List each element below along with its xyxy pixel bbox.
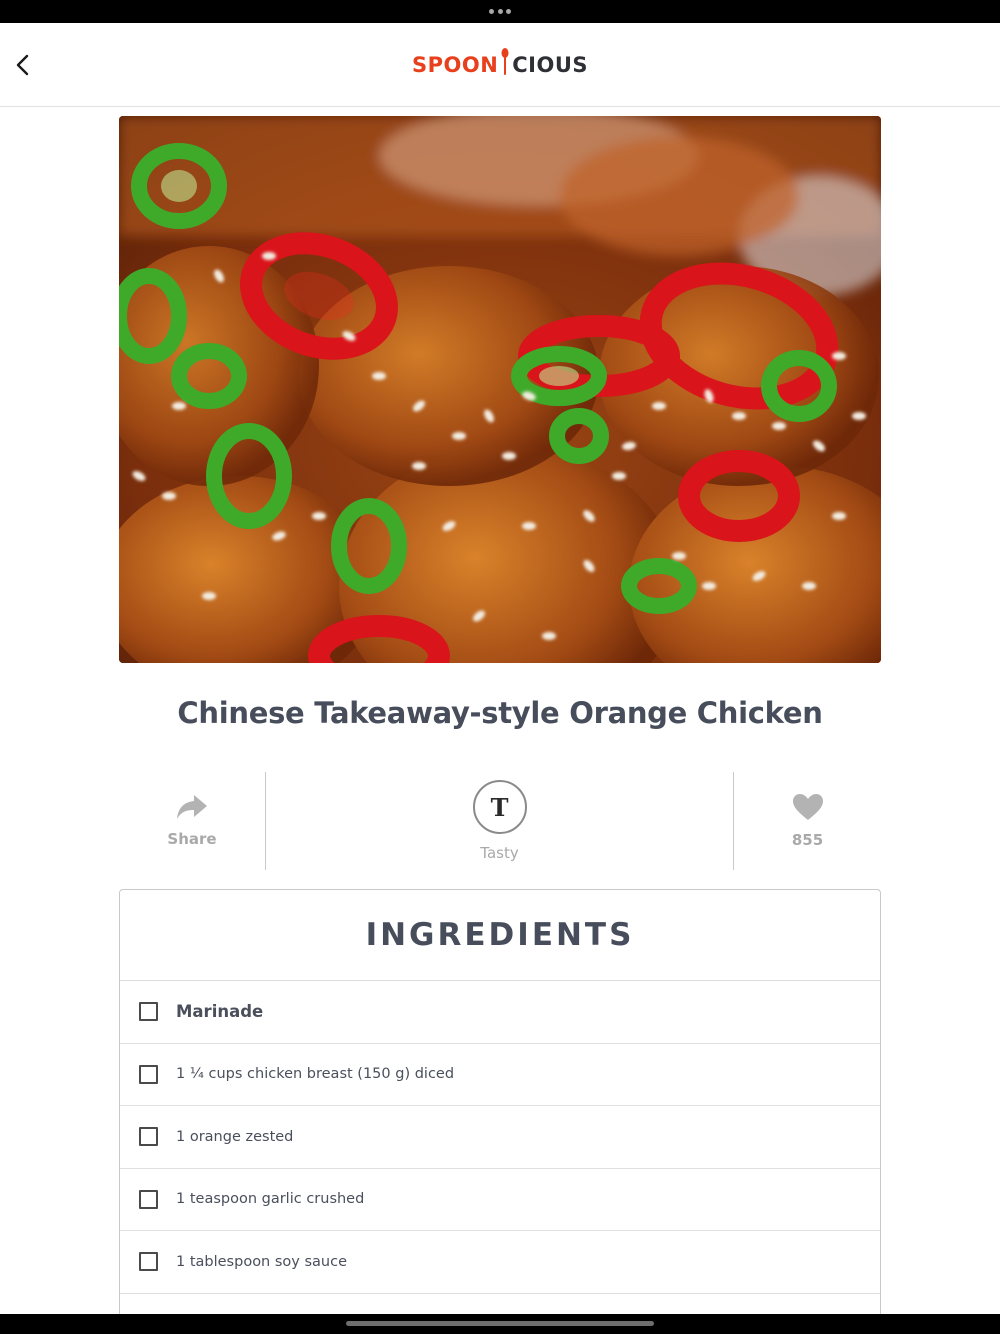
ingredient-row[interactable]: 1 teaspoon garlic crushed <box>120 1169 880 1231</box>
nav-bar: SPOON CIOUS <box>0 23 1000 107</box>
ingredient-text: 1 tablespoon soy sauce <box>176 1253 347 1270</box>
spoon-icon <box>501 48 509 75</box>
checkbox[interactable] <box>139 1002 158 1022</box>
ingredient-text: 1 ¼ cups chicken breast (150 g) diced <box>176 1066 455 1083</box>
checkbox[interactable] <box>139 1064 158 1084</box>
recipe-hero-image <box>119 116 881 663</box>
ingredient-text: Marinade <box>176 1002 264 1022</box>
ingredient-row[interactable]: 1 ¼ cups chicken breast (150 g) diced <box>120 1044 880 1106</box>
author-initial: T <box>490 792 509 822</box>
recipe-action-bar: Share T Tasty 855 <box>119 772 881 870</box>
ingredient-row[interactable]: 1 orange zested <box>120 1106 880 1169</box>
recipe-title: Chinese Takeaway-style Orange Chicken <box>177 696 823 730</box>
ingredients-card: INGREDIENTS Marinade 1 ¼ cups chicken br… <box>119 889 881 1334</box>
multitasking-dots-icon[interactable] <box>489 9 511 15</box>
author-button[interactable]: T Tasty <box>266 772 733 870</box>
logo-text-right: CIOUS <box>512 53 589 77</box>
share-label: Share <box>167 830 217 848</box>
author-avatar: T <box>472 780 527 834</box>
share-button[interactable]: Share <box>119 772 265 870</box>
ingredient-section-row[interactable]: Marinade <box>120 981 880 1044</box>
like-button[interactable]: 855 <box>734 772 881 870</box>
status-bar <box>0 0 1000 23</box>
ingredient-text: 1 orange zested <box>176 1128 294 1145</box>
ingredient-row[interactable]: 1 tablespoon soy sauce <box>120 1231 880 1294</box>
ingredients-heading: INGREDIENTS <box>120 890 880 981</box>
checkbox[interactable] <box>139 1189 158 1209</box>
checkbox[interactable] <box>139 1252 158 1272</box>
logo-text-left: SPOON <box>411 53 499 77</box>
share-arrow-icon <box>177 795 207 819</box>
checkbox[interactable] <box>139 1127 158 1147</box>
author-name: Tasty <box>480 844 519 862</box>
home-bar <box>0 1314 1000 1334</box>
ingredient-text: 1 teaspoon garlic crushed <box>176 1191 365 1208</box>
home-indicator[interactable] <box>346 1321 654 1326</box>
heart-icon <box>792 794 823 820</box>
app-logo: SPOON CIOUS <box>0 23 1000 107</box>
like-count: 855 <box>791 831 824 849</box>
